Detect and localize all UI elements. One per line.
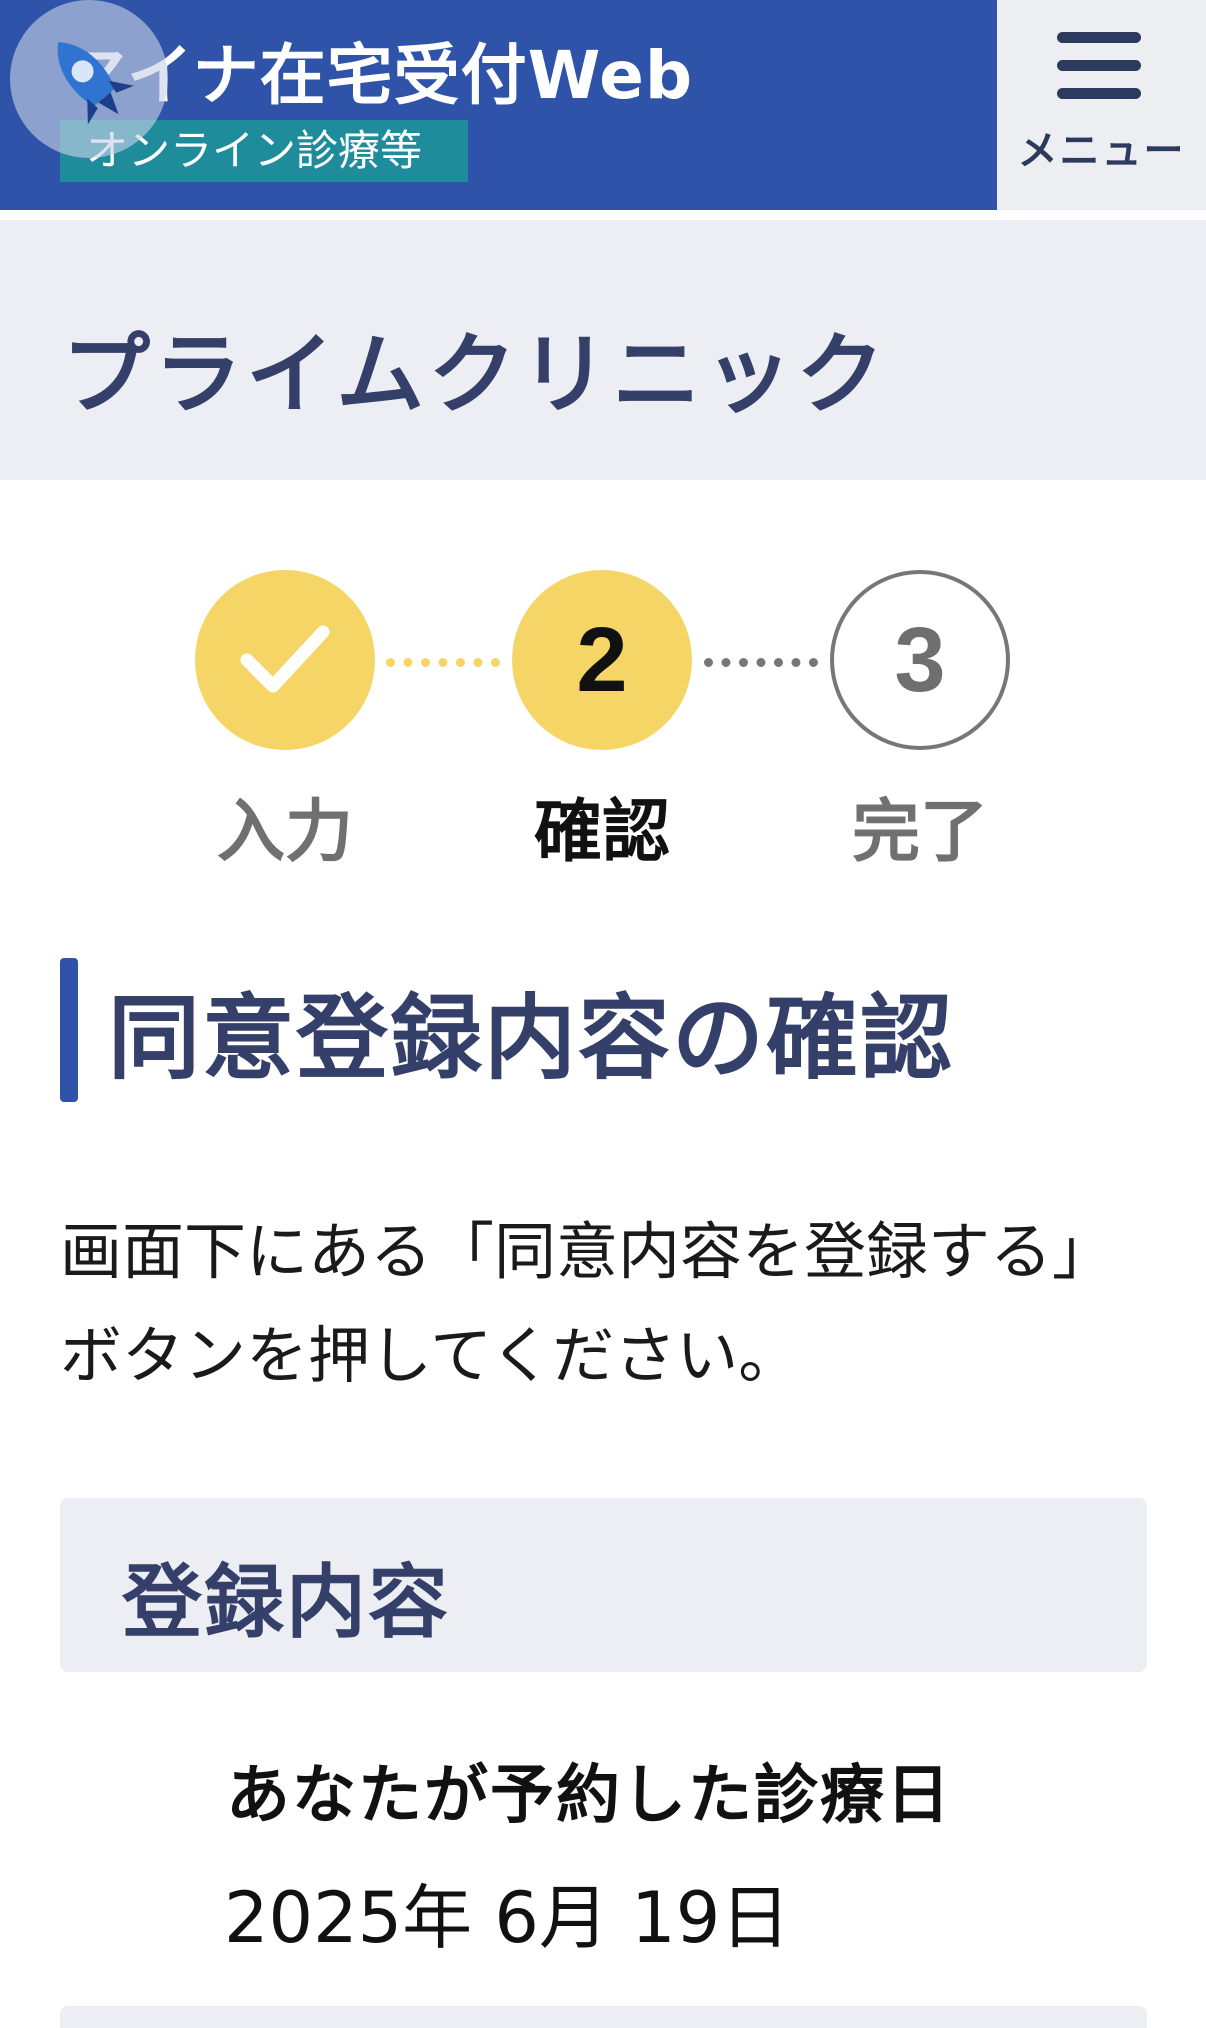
step-circle-current: 2	[512, 570, 692, 750]
step-label: 完了	[851, 793, 988, 872]
hamburger-menu-icon	[1057, 32, 1141, 100]
app-header: マイナ在宅受付Web オンライン診療等 メニュー	[0, 0, 1206, 210]
step-connector	[704, 658, 818, 667]
menu-button[interactable]: メニュー	[997, 0, 1206, 210]
page-title: 同意登録内容の確認	[108, 984, 955, 1092]
step-number: 2	[576, 608, 628, 711]
step-confirm: 2 確認	[512, 568, 692, 872]
step-label: 確認	[533, 793, 670, 872]
step-circle-done	[195, 570, 375, 750]
instruction-text: 画面下にある「同意内容を登録する」ボタンを押してください。	[60, 1215, 1115, 1392]
check-icon	[240, 625, 330, 693]
step-number: 3	[894, 608, 946, 711]
clinic-name: プライムクリニック	[62, 323, 889, 426]
registration-panel-header: 登録内容	[60, 1498, 1147, 1672]
step-label: 入力	[216, 793, 353, 872]
heading-accent-bar	[60, 958, 78, 1102]
clinic-banner: プライムクリニック	[0, 220, 1206, 480]
appointment-date-label: あなたが予約した診療日	[226, 1759, 952, 1833]
panel-title: 登録内容	[122, 1556, 450, 1649]
rocket-logo-icon	[10, 0, 168, 158]
progress-stepper: 入力 2 確認 3 完了	[0, 568, 1206, 872]
next-section-edge	[60, 2006, 1147, 2028]
step-connector	[386, 658, 500, 667]
header-brand: マイナ在宅受付Web オンライン診療等	[0, 0, 997, 210]
step-circle-upcoming: 3	[830, 570, 1010, 750]
section-heading: 同意登録内容の確認	[60, 958, 954, 1102]
appointment-date-value: 2025年 6月 19日	[224, 1877, 791, 1959]
step-complete: 3 完了	[830, 568, 1010, 872]
step-input: 入力	[195, 568, 375, 872]
menu-label: メニュー	[1017, 128, 1186, 174]
